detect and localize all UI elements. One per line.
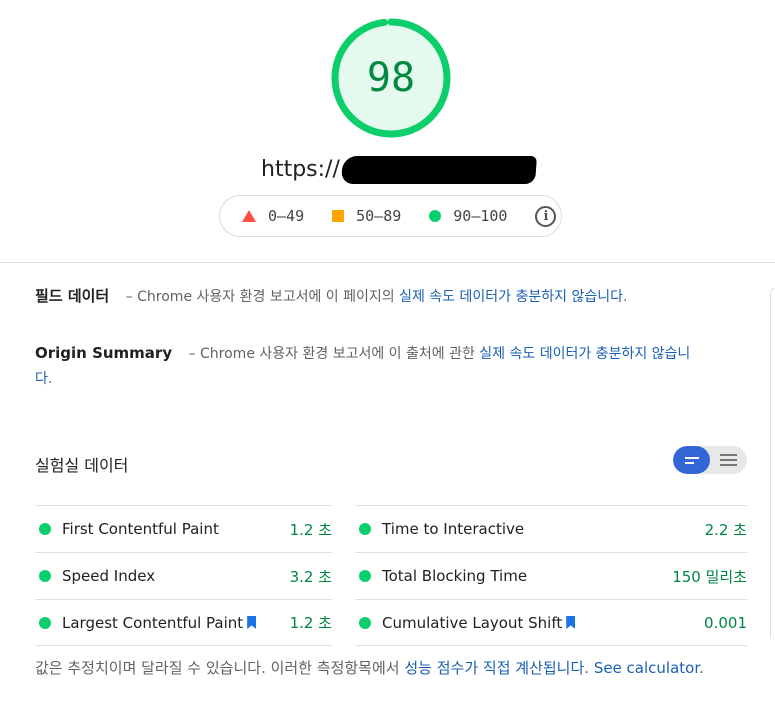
legend-pass-label: 90–100 [453,207,508,225]
section-divider [0,262,775,263]
footnote-text: 값은 추정치이며 달라질 수 있습니다. 이러한 측정항목에서 [35,659,405,677]
field-data-end: . [622,289,628,305]
legend-average: 50–89 [332,207,401,225]
bookmark-icon [566,616,576,629]
url-text: https:// [261,157,340,182]
fail-triangle-icon [242,210,256,222]
metric-name: First Contentful Paint [62,520,219,538]
metric-value: 1.2 초 [289,520,332,539]
pass-circle-icon [359,570,371,582]
origin-summary-brand: Chrome [200,346,255,362]
pass-circle-icon [39,523,51,535]
lab-data-title: 실험실 데이터 [35,456,129,475]
bookmark-icon [247,616,257,629]
metric-name: Largest Contentful Paint [62,613,244,632]
metric-value: 150 밀리초 [672,567,747,586]
footnote-end: . [699,659,704,677]
field-data-brand: Chrome [137,289,193,305]
detail-view-button[interactable] [710,446,747,474]
metric-value: 3.2 초 [289,567,332,586]
score-calculation-link[interactable]: 성능 점수가 직접 계산됩니다 [404,659,584,677]
panel-edge [770,288,775,638]
metric-value: 0.001 [704,613,747,632]
info-icon[interactable]: i [535,205,557,227]
field-data-link[interactable]: 실제 속도 데이터가 충분하지 않습니다 [399,289,623,305]
metric-name: Speed Index [62,567,156,585]
pass-circle-icon [39,570,51,582]
tested-url: https:// [261,154,537,186]
metric-row: Total Blocking Time 150 밀리초 [355,552,747,599]
short-lines-icon [684,456,699,464]
field-data-title: 필드 데이터 [35,287,110,305]
see-calculator-link[interactable]: See calculator [594,659,699,677]
metric-value: 2.2 초 [704,520,747,539]
score-value: 98 [366,55,416,101]
metrics-footnote: 값은 추정치이며 달라질 수 있습니다. 이러한 측정항목에서 성능 점수가 직… [35,656,735,680]
legend-pass: 90–100 [429,207,507,225]
pass-circle-icon [39,616,51,629]
legend-average-label: 50–89 [356,207,402,225]
field-data-section: 필드 데이터 – Chrome 사용자 환경 보고서에 이 페이지의 실제 속도… [35,284,755,310]
origin-summary-end: . [47,371,53,387]
origin-summary-text: 사용자 환경 보고서에 이 출처에 관한 [254,346,480,362]
summary-view-button[interactable] [673,446,710,474]
field-data-text: 사용자 환경 보고서에 이 페이지의 [192,289,400,305]
long-lines-icon [720,454,737,466]
metrics-view-toggle[interactable] [673,446,747,474]
metrics-right-column: Time to Interactive 2.2 초 Total Blocking… [355,505,747,646]
average-square-icon [332,210,345,222]
pass-circle-icon [359,523,371,535]
metric-row: Speed Index 3.2 초 [35,552,332,599]
pass-circle-icon [429,210,442,222]
metric-name: Time to Interactive [382,520,525,538]
pass-circle-icon [359,616,371,629]
footnote-mid: . [584,659,594,677]
legend-fail: 0–49 [242,207,304,225]
field-data-dash: – [125,289,133,305]
legend-fail-label: 0–49 [268,207,305,225]
performance-score-gauge: 98 [330,17,452,139]
origin-summary-dash: – [188,346,196,362]
metrics-left-column: First Contentful Paint 1.2 초 Speed Index… [35,505,332,646]
origin-summary-section: Origin Summary – Chrome 사용자 환경 보고서에 이 출처… [35,341,695,392]
origin-summary-title: Origin Summary [35,344,173,362]
metric-value: 1.2 초 [289,614,332,632]
metric-name: Cumulative Layout Shift [382,613,563,632]
metric-row: Largest Contentful Paint 1.2 초 [35,599,332,646]
url-redaction [340,156,537,184]
metric-row: First Contentful Paint 1.2 초 [35,505,332,552]
metric-row: Cumulative Layout Shift 0.001 [355,599,747,646]
score-legend: 0–49 50–89 90–100 i [219,195,562,237]
metric-row: Time to Interactive 2.2 초 [355,505,747,552]
metric-name: Total Blocking Time [382,567,528,585]
